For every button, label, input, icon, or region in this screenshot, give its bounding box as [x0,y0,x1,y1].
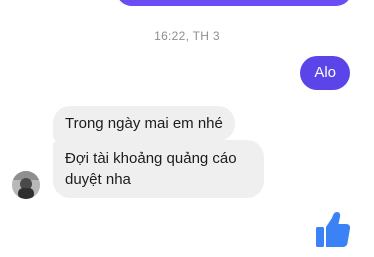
outgoing-message-bubble[interactable]: Alo [300,56,350,90]
chat-thread: 16:22, TH 3 Alo Trong ngày mai em nhé Đợ… [0,0,374,257]
incoming-message-bubble[interactable]: Đợi tài khoảng quảng cáo duyệt nha [53,140,264,198]
like-button[interactable] [315,210,351,248]
avatar-photo [12,171,40,199]
thumbs-up-icon [316,212,351,247]
message-timestamp: 16:22, TH 3 [154,29,220,43]
contact-avatar[interactable] [12,171,40,199]
previous-outgoing-bubble[interactable] [116,0,352,6]
incoming-message-bubble[interactable]: Trong ngày mai em nhé [53,106,235,141]
